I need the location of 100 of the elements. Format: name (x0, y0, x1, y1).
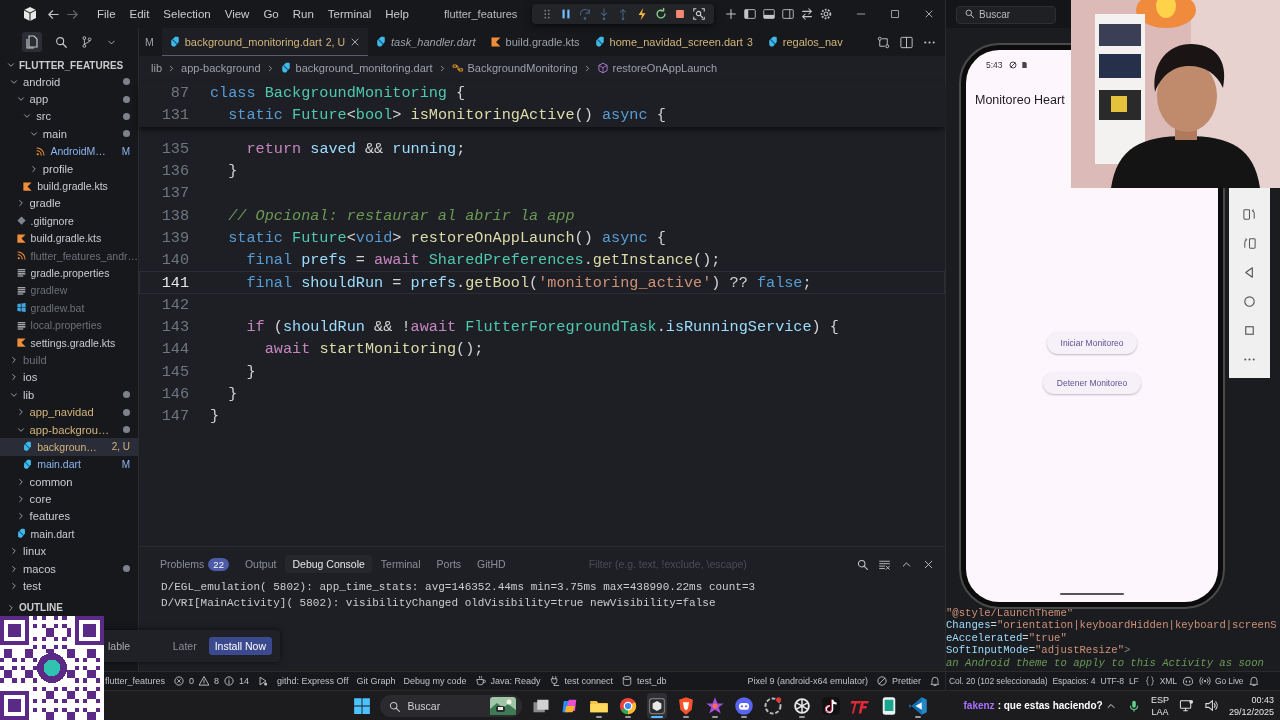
status-item[interactable] (257, 675, 270, 687)
home-circle-icon[interactable] (1242, 294, 1257, 309)
status-item[interactable]: UTF-8 (1100, 676, 1124, 686)
tree-item[interactable]: backgroun… 2, U (0, 438, 138, 456)
plus-icon[interactable] (724, 7, 738, 21)
panel-tab[interactable]: Ports (429, 555, 469, 573)
breadcrumb-item[interactable]: lib (151, 62, 162, 74)
tree-item[interactable]: gradle.properties (0, 264, 138, 282)
compare-changes-icon[interactable] (876, 34, 891, 50)
breadcrumb-item[interactable]: restoreOnAppLaunch (596, 62, 718, 74)
menu-item[interactable]: Edit (122, 8, 157, 20)
inspect-icon[interactable] (692, 7, 706, 21)
tree-item[interactable]: app-backgrou… (0, 420, 138, 439)
panel-tab[interactable]: Problems 22 (153, 554, 236, 574)
status-item[interactable]: Git Graph (356, 676, 396, 686)
files-icon[interactable] (22, 32, 42, 52)
tree-item[interactable]: linux (0, 542, 138, 560)
tree-item[interactable]: local.properties (0, 316, 138, 334)
square-icon[interactable] (1242, 323, 1257, 338)
app-button[interactable]: Iniciar Monitoreo (1046, 332, 1138, 354)
panel-tab[interactable]: Output (237, 555, 284, 573)
breadcrumb-item[interactable]: background_monitoring.dart (279, 62, 433, 74)
status-item[interactable] (1181, 675, 1194, 687)
tree-item[interactable]: ios (0, 368, 138, 387)
tree-item[interactable]: profile (0, 159, 138, 178)
editor-tab[interactable]: M (139, 28, 162, 56)
rotate-left-icon[interactable] (1242, 207, 1257, 222)
search-icon[interactable] (856, 557, 869, 571)
status-item[interactable]: Espacios: 4 (1052, 676, 1096, 686)
rotate-right-icon[interactable] (1242, 236, 1257, 251)
tree-item[interactable]: .gitignore (0, 212, 138, 230)
tree-item[interactable]: build.gradle.kts (0, 177, 138, 195)
tree-item[interactable]: gradle (0, 194, 138, 213)
clock[interactable]: 00:43 29/12/2025 (1228, 693, 1274, 718)
status-item[interactable]: Debug my code (403, 676, 467, 686)
tree-item[interactable]: src (0, 107, 138, 126)
source-control-icon[interactable] (80, 35, 94, 49)
editor-tab[interactable]: home_navidad_screen.dart 3 (586, 28, 760, 56)
tree-item[interactable]: main.dart (0, 525, 138, 543)
language-indicator[interactable]: ESP LAA (1150, 693, 1169, 718)
breadcrumb-item[interactable]: app-background (181, 62, 261, 74)
menu-item[interactable]: Terminal (320, 8, 379, 20)
status-item[interactable] (1248, 675, 1261, 687)
tree-item[interactable]: lib (0, 386, 138, 404)
tree-item[interactable]: core (0, 490, 138, 508)
panel-tab[interactable]: GitHD (470, 555, 513, 573)
restart-icon[interactable] (654, 7, 668, 21)
close-icon[interactable] (923, 8, 935, 20)
tree-item[interactable]: main (0, 125, 138, 143)
status-item[interactable]: Prettier (876, 675, 921, 687)
tree-item[interactable]: common (0, 473, 138, 491)
app-button[interactable]: Detener Monitoreo (1042, 372, 1142, 394)
tree-item[interactable]: app_navidad (0, 403, 138, 421)
notification-button[interactable]: Later (168, 637, 201, 655)
tree-item[interactable]: app (0, 90, 138, 108)
status-item[interactable]: test_db (621, 675, 667, 687)
tree-item[interactable]: test (0, 577, 138, 595)
tree-item[interactable]: build.gradle.kts (0, 229, 138, 247)
menu-item[interactable]: Go (256, 8, 286, 20)
editor-tab[interactable]: task_handler.dart (368, 28, 483, 56)
tree-item[interactable]: main.dart M (0, 455, 138, 473)
status-item[interactable]: githd: Express Off (277, 676, 349, 686)
status-item[interactable]: 0 8 14 (173, 675, 250, 687)
start-icon[interactable] (352, 696, 371, 715)
editor-tab[interactable]: regalos_nav (759, 28, 850, 56)
menu-item[interactable]: File (90, 8, 123, 20)
speaker-icon[interactable] (1203, 698, 1219, 713)
breadcrumb-item[interactable]: BackgroundMonitoring (451, 62, 578, 74)
sidebar-right-icon[interactable] (781, 7, 795, 21)
notification-button[interactable]: Install Now (208, 637, 272, 655)
swap-arrows-icon[interactable] (800, 7, 814, 21)
status-item[interactable]: Go Live (1198, 675, 1244, 687)
stop-icon[interactable] (673, 7, 687, 21)
tree-item[interactable]: features (0, 507, 138, 526)
explorer-header[interactable]: FLUTTER_FEATURES (0, 57, 138, 73)
tree-item[interactable]: macos (0, 559, 138, 578)
status-item[interactable]: test connect (548, 675, 614, 687)
search-field[interactable]: Buscar (956, 5, 1056, 24)
status-item[interactable] (929, 675, 941, 687)
tree-item[interactable]: android (0, 73, 138, 91)
tree-item[interactable]: AndroidM… M (0, 142, 138, 160)
tree-item[interactable]: gradlew (0, 281, 138, 300)
editor-tab[interactable]: background_monitoring.dart 2, U (161, 28, 368, 56)
monitor-icon[interactable] (1178, 698, 1194, 713)
status-item[interactable]: LF (1128, 676, 1139, 686)
panel-icon[interactable] (762, 7, 776, 21)
split-editor-icon[interactable] (899, 34, 914, 50)
outline-header[interactable]: OUTLINE (0, 599, 138, 616)
editor-tab[interactable]: build.gradle.kts (482, 28, 587, 56)
status-item[interactable]: Col. 20 (102 seleccionada) (949, 676, 1048, 686)
menu-item[interactable]: Selection (156, 8, 218, 20)
panel-tab[interactable]: Debug Console (285, 555, 372, 573)
menu-item[interactable]: Run (285, 8, 321, 20)
search-icon[interactable] (54, 35, 68, 49)
status-item[interactable]: Pixel 9 (android-x64 emulator) (747, 676, 868, 686)
menu-item[interactable]: View (217, 8, 257, 20)
tree-item[interactable]: gradlew.bat (0, 299, 138, 317)
status-item[interactable]: XML (1143, 675, 1177, 687)
taskbar-app[interactable] (646, 692, 667, 719)
sidebar-left-icon[interactable] (743, 7, 757, 21)
